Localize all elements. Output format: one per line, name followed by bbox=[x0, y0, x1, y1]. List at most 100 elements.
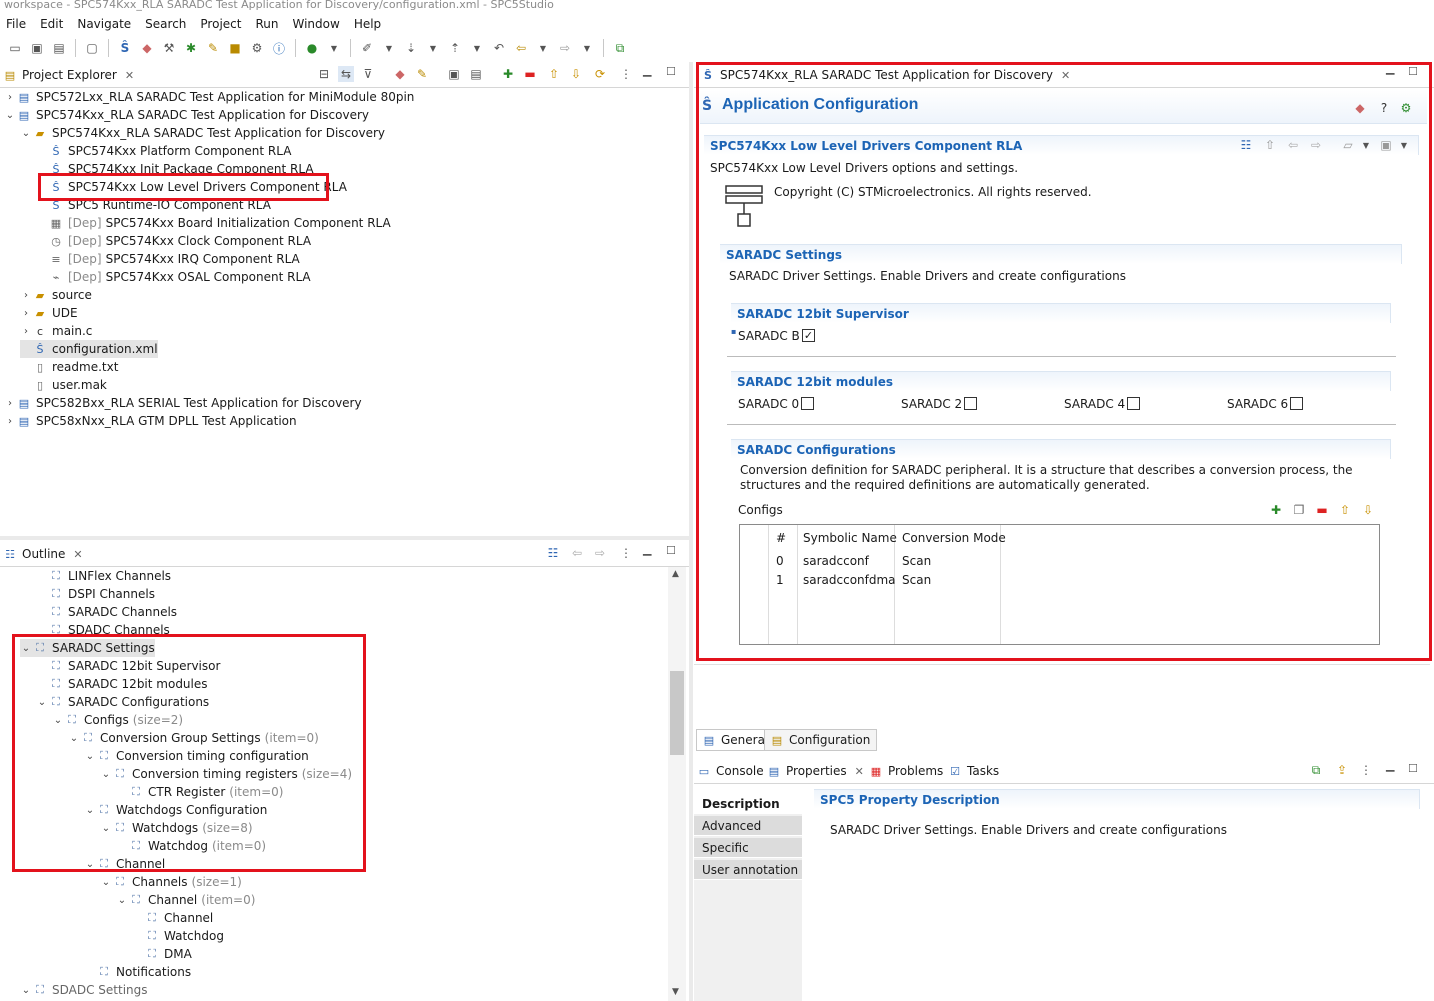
tree-item[interactable]: ⌄ ▤ SPC574Kxx_RLA SARADC Test Application … bbox=[4, 106, 369, 124]
chevron-down-icon[interactable]: ⌄ bbox=[20, 128, 32, 139]
spc5-logo-icon[interactable]: Ŝ bbox=[116, 39, 134, 57]
outline-item[interactable]: ⛶ DSPI Channels bbox=[36, 585, 155, 603]
bug-icon[interactable]: ✱ bbox=[182, 39, 200, 57]
minimize-icon[interactable]: ▁ bbox=[643, 64, 651, 77]
tree-item[interactable]: ⌄ ▰ SPC574Kxx_RLA SARADC Test Application … bbox=[20, 124, 385, 142]
next-annotation-icon[interactable]: ⇣ bbox=[402, 39, 420, 57]
tree-icon[interactable]: ☷ bbox=[545, 545, 561, 561]
tab-properties[interactable]: ▤ Properties ✕ bbox=[766, 759, 864, 783]
dropdown-icon[interactable]: ▼ bbox=[325, 39, 343, 57]
tree-item[interactable]: ⌁ [Dep] SPC574Kxx OSAL Component RLA bbox=[36, 268, 311, 286]
tree-item[interactable]: ▯ user.mak bbox=[20, 376, 107, 394]
outline-item[interactable]: ⛶ LINFlex Channels bbox=[36, 567, 171, 585]
outline-item[interactable]: ⌄ ⛶ Channel (item=0) bbox=[116, 891, 256, 909]
outline-item[interactable]: ⌄ ⛶ SDADC Settings bbox=[20, 981, 148, 999]
outline-item[interactable]: ⛶ Notifications bbox=[84, 963, 191, 981]
scroll-up-icon[interactable]: ▲ bbox=[672, 569, 679, 579]
package-icon[interactable]: ■ bbox=[226, 39, 244, 57]
open-perspective-icon[interactable]: ⧉ bbox=[611, 39, 629, 57]
tree-item[interactable]: › ▤ SPC582Bxx_RLA SERIAL Test Application … bbox=[4, 394, 362, 412]
chevron-down-icon[interactable]: ⌄ bbox=[20, 985, 32, 996]
tab-configuration[interactable]: ▤ Configuration bbox=[764, 729, 878, 751]
add-icon[interactable]: ✚ bbox=[500, 66, 516, 82]
eraser-icon[interactable]: ◆ bbox=[392, 66, 408, 82]
import-icon[interactable]: ▤ bbox=[468, 66, 484, 82]
tab-user-annotation[interactable]: User annotation bbox=[694, 860, 802, 880]
close-icon[interactable]: ✕ bbox=[125, 69, 134, 82]
chevron-down-icon[interactable]: ⌄ bbox=[116, 895, 128, 906]
new-properties-icon[interactable]: ⇪ bbox=[1334, 762, 1350, 778]
chevron-right-icon[interactable]: › bbox=[20, 326, 32, 337]
tab-tasks[interactable]: ☑ Tasks bbox=[947, 759, 999, 783]
arrow-up-icon[interactable]: ⇧ bbox=[546, 66, 562, 82]
vertical-sash[interactable] bbox=[689, 62, 693, 1001]
tree-item[interactable]: Ŝ SPC574Kxx Platform Component RLA bbox=[36, 142, 292, 160]
tab-project-explorer[interactable]: ▤ Project Explorer ✕ bbox=[2, 63, 134, 87]
tree-item[interactable]: ▯ readme.txt bbox=[20, 358, 118, 376]
outline-item[interactable]: ⛶ Channel bbox=[132, 909, 213, 927]
remove-icon[interactable]: ▬ bbox=[522, 66, 538, 82]
tab-advanced[interactable]: Advanced bbox=[694, 816, 802, 836]
menu-run[interactable]: Run bbox=[255, 17, 278, 31]
scroll-down-icon[interactable]: ▼ bbox=[672, 987, 679, 997]
forward-icon[interactable]: ⇨ bbox=[592, 545, 608, 561]
eraser-icon[interactable]: ◆ bbox=[138, 39, 156, 57]
gears-icon[interactable]: ⚙ bbox=[248, 39, 266, 57]
save-icon[interactable]: ▣ bbox=[446, 66, 462, 82]
tree-item[interactable]: Ŝconfiguration.xml bbox=[20, 340, 158, 358]
menu-help[interactable]: Help bbox=[354, 17, 381, 31]
maximize-icon[interactable]: ☐ bbox=[666, 544, 676, 557]
new-icon[interactable]: ▭ bbox=[6, 39, 24, 57]
pen-icon[interactable]: ✐ bbox=[358, 39, 376, 57]
scroll-thumb[interactable] bbox=[670, 671, 684, 755]
last-edit-icon[interactable]: ↶ bbox=[490, 39, 508, 57]
tree-item[interactable]: › ▰ source bbox=[20, 286, 92, 304]
outline-item[interactable]: ⛶ SARADC Channels bbox=[36, 603, 177, 621]
chevron-right-icon[interactable]: › bbox=[4, 398, 16, 409]
save-all-icon[interactable]: ▤ bbox=[50, 39, 68, 57]
view-menu-icon[interactable]: ⋮ bbox=[618, 545, 634, 561]
back-icon[interactable]: ⇦ bbox=[512, 39, 530, 57]
chevron-down-icon[interactable]: ⌄ bbox=[4, 110, 16, 121]
tree-item[interactable]: › ▤ SPC572Lxx_RLA SARADC Test Application … bbox=[4, 88, 414, 106]
minimize-icon[interactable]: ▁ bbox=[643, 543, 651, 556]
maximize-icon[interactable]: ☐ bbox=[1408, 762, 1418, 775]
refresh-icon[interactable]: ⟳ bbox=[592, 66, 608, 82]
dropdown-icon[interactable]: ▼ bbox=[468, 39, 486, 57]
menu-search[interactable]: Search bbox=[145, 17, 186, 31]
menu-window[interactable]: Window bbox=[292, 17, 339, 31]
tab-problems[interactable]: ▦ Problems bbox=[868, 759, 944, 783]
back-icon[interactable]: ⇦ bbox=[569, 545, 585, 561]
outline-scrollbar[interactable]: ▲ ▼ bbox=[668, 567, 686, 1001]
minimize-icon[interactable]: ▁ bbox=[1386, 759, 1394, 772]
collapse-all-icon[interactable]: ⊟ bbox=[316, 66, 332, 82]
link-editor-icon[interactable]: ⇆ bbox=[338, 66, 354, 82]
tree-item[interactable]: › ▤ SPC58xNxx_RLA GTM DPLL Test Applicatio… bbox=[4, 412, 297, 430]
hammer-icon[interactable]: ⚒ bbox=[160, 39, 178, 57]
maximize-icon[interactable]: ☐ bbox=[666, 65, 676, 78]
menu-project[interactable]: Project bbox=[200, 17, 241, 31]
tab-console[interactable]: ▭ Console bbox=[696, 759, 764, 783]
save-icon[interactable]: ▣ bbox=[28, 39, 46, 57]
chevron-down-icon[interactable]: ⌄ bbox=[100, 877, 112, 888]
tree-item[interactable]: ◷ [Dep] SPC574Kxx Clock Component RLA bbox=[36, 232, 311, 250]
forward-icon[interactable]: ⇨ bbox=[556, 39, 574, 57]
view-menu-icon[interactable]: ⋮ bbox=[618, 66, 634, 82]
tree-item[interactable]: › c main.c bbox=[20, 322, 92, 340]
brush-icon[interactable]: ✎ bbox=[414, 66, 430, 82]
terminal-icon[interactable]: ▢ bbox=[83, 39, 101, 57]
filter-icon[interactable]: ⊽ bbox=[360, 66, 376, 82]
run-icon[interactable]: ● bbox=[303, 39, 321, 57]
close-icon[interactable]: ✕ bbox=[73, 548, 82, 561]
tree-item[interactable]: › ▰ UDE bbox=[20, 304, 78, 322]
menu-edit[interactable]: Edit bbox=[40, 17, 63, 31]
tree-item[interactable]: ▦ [Dep] SPC574Kxx Board Initialization Com… bbox=[36, 214, 391, 232]
chevron-right-icon[interactable]: › bbox=[20, 290, 32, 301]
dropdown-icon[interactable]: ▼ bbox=[578, 39, 596, 57]
close-icon[interactable]: ✕ bbox=[855, 765, 864, 778]
pin-icon[interactable]: ⧉ bbox=[1308, 762, 1324, 778]
chevron-right-icon[interactable]: › bbox=[4, 416, 16, 427]
outline-item[interactable]: ⛶ Watchdog bbox=[132, 927, 224, 945]
chevron-right-icon[interactable]: › bbox=[4, 92, 16, 103]
brush-icon[interactable]: ✎ bbox=[204, 39, 222, 57]
